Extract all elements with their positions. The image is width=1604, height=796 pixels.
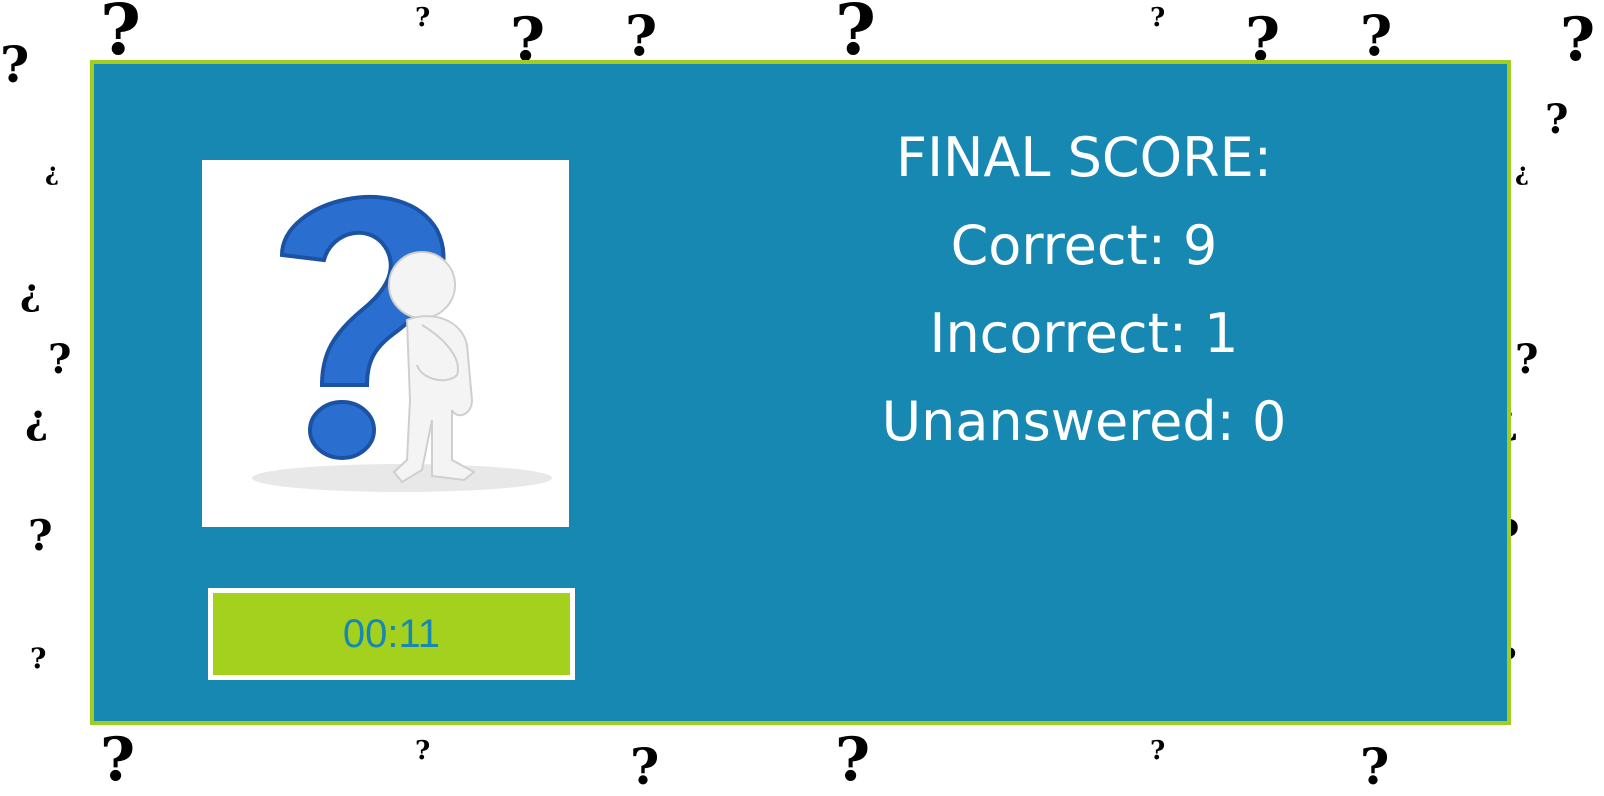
timer-value: 00:11	[342, 611, 441, 656]
correct-count: Correct: 9	[950, 214, 1218, 277]
unanswered-count: Unanswered: 0	[881, 390, 1287, 453]
question-mark-thinking-figure-icon	[252, 195, 552, 492]
thinking-figure-image	[202, 160, 569, 527]
final-score-block: FINAL SCORE: Correct: 9 Incorrect: 1 Una…	[774, 114, 1394, 466]
final-score-title: FINAL SCORE:	[896, 126, 1272, 189]
results-panel: 00:11 FINAL SCORE: Correct: 9 Incorrect:…	[90, 60, 1511, 725]
incorrect-count: Incorrect: 1	[929, 302, 1239, 365]
countdown-timer: 00:11	[208, 588, 575, 680]
